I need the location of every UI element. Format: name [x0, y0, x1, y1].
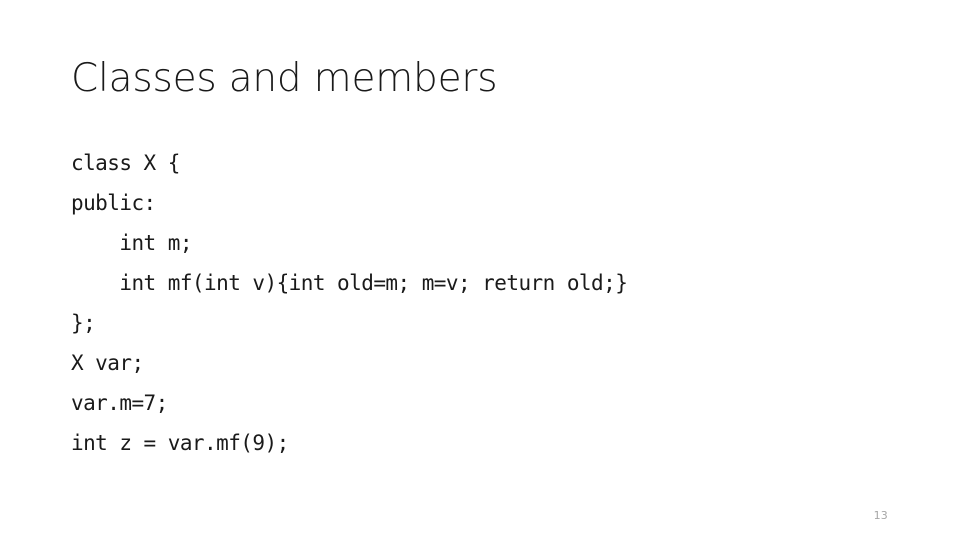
- code-block: class X { public: int m; int mf(int v){i…: [71, 143, 901, 463]
- slide: Classes and members class X { public: in…: [0, 0, 960, 540]
- code-line: int m;: [71, 231, 192, 255]
- page-number: 13: [873, 509, 888, 522]
- code-line: int z = var.mf(9);: [71, 431, 289, 455]
- code-line: class X {: [71, 151, 180, 175]
- code-line: public:: [71, 191, 156, 215]
- code-line: };: [71, 311, 96, 335]
- code-line: int mf(int v){int old=m; m=v; return old…: [71, 271, 628, 295]
- code-line: X var;: [71, 351, 144, 375]
- code-line: var.m=7;: [71, 391, 168, 415]
- page-title: Classes and members: [71, 56, 498, 101]
